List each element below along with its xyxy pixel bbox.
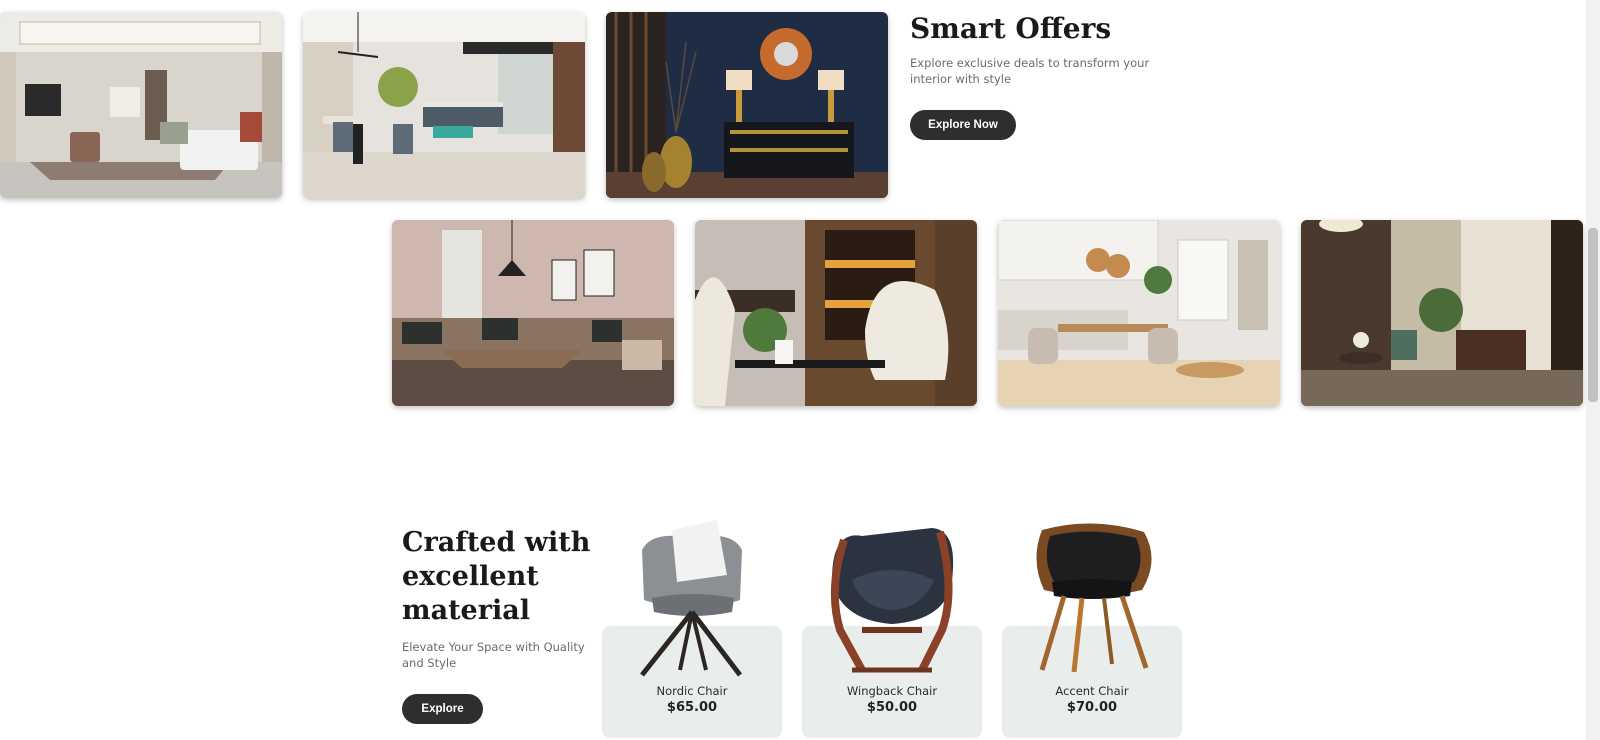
page-scrollbar[interactable] (1586, 0, 1600, 740)
product-card-wingback-chair[interactable]: Wingback Chair $50.00 (802, 520, 982, 738)
product-price: $70.00 (1066, 700, 1118, 715)
product-name: Wingback Chair (846, 684, 938, 698)
accent-chair-image (1036, 523, 1152, 673)
product-price: $50.00 (866, 700, 918, 715)
scrollbar-thumb[interactable] (1588, 228, 1598, 402)
gallery-photo-living-room[interactable] (0, 12, 282, 198)
gallery-photo-sofa-lounge[interactable] (392, 220, 674, 406)
gallery-photo-kitchen-dining[interactable] (998, 220, 1280, 406)
offers-title: Smart Offers (910, 12, 1112, 45)
product-card-accent-chair[interactable]: Accent Chair $70.00 (1002, 520, 1182, 738)
product-name: Nordic Chair (656, 684, 728, 698)
product-price: $65.00 (666, 700, 718, 715)
nordic-chair-image (640, 520, 742, 677)
gallery-photo-wood-lounge[interactable] (1301, 220, 1583, 406)
product-name: Accent Chair (1055, 684, 1129, 698)
gallery-photo-navy-console[interactable] (606, 12, 888, 198)
wingback-chair-image (830, 528, 954, 673)
explore-button[interactable]: Explore (402, 694, 483, 724)
crafted-subtitle: Elevate Your Space with Quality and Styl… (402, 640, 585, 670)
crafted-title: Crafted with excellent material (402, 527, 591, 626)
gallery-photo-egg-chairs[interactable] (695, 220, 977, 406)
explore-now-button[interactable]: Explore Now (910, 110, 1016, 140)
product-card-nordic-chair[interactable]: Nordic Chair $65.00 (602, 520, 782, 738)
gallery-photo-open-living-dining[interactable] (303, 12, 585, 198)
offers-subtitle: Explore exclusive deals to transform you… (910, 56, 1150, 86)
